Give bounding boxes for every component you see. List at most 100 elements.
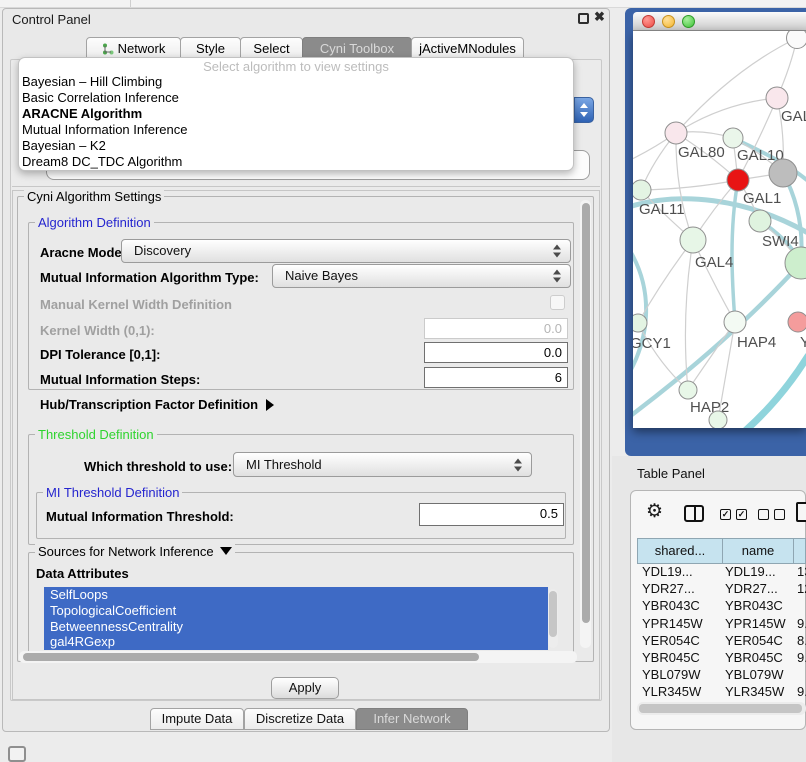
which-threshold-value: MI Threshold [246, 457, 322, 472]
threshold-definition-legend: Threshold Definition [35, 427, 157, 442]
column-header[interactable]: shared... [637, 538, 722, 564]
aracne-mode-value: Discovery [134, 243, 191, 258]
network-node-gcy1[interactable] [633, 314, 647, 332]
network-edge[interactable] [676, 38, 797, 133]
network-edge[interactable] [732, 180, 738, 322]
network-node-gal80[interactable] [665, 122, 687, 144]
new-table-icon[interactable] [796, 502, 806, 522]
algorithm-option[interactable]: ARACNE Algorithm [19, 106, 573, 122]
network-node-gal11[interactable] [633, 180, 651, 200]
table-cell: YBL079W [637, 667, 722, 684]
close-traffic-light[interactable] [642, 15, 655, 28]
table-cell: 8. [793, 633, 806, 650]
network-node-gal10[interactable] [723, 128, 743, 148]
table-row[interactable]: YPR145WYPR145W9. [637, 616, 806, 633]
close-icon[interactable]: ✖ [594, 9, 605, 25]
list-scrollbar[interactable] [548, 589, 558, 648]
network-node-label: GAL [781, 108, 806, 125]
table-row[interactable]: YLR345WYLR345W9. [637, 684, 806, 701]
dpi-tolerance-field[interactable]: 0.0 [424, 342, 568, 363]
algorithm-option-list: Bayesian – Hill ClimbingBasic Correlatio… [19, 74, 573, 170]
vertical-scrollbar-thumb[interactable] [582, 203, 590, 623]
network-edge[interactable] [688, 322, 735, 390]
table-cell: YBR045C [722, 650, 793, 667]
data-attribute-item[interactable]: TopologicalCoefficient [44, 603, 548, 619]
horizontal-scrollbar[interactable] [19, 651, 577, 663]
table-row[interactable]: YBL079WYBL079W [637, 667, 806, 684]
which-threshold-select[interactable]: MI Threshold [233, 452, 532, 477]
network-edge[interactable] [676, 98, 777, 133]
data-attributes-label: Data Attributes [36, 566, 129, 581]
algorithm-dropdown-popup: Select algorithm to view settings Bayesi… [18, 57, 574, 171]
network-node[interactable] [787, 31, 806, 49]
network-node-hap2[interactable] [679, 381, 697, 399]
network-node[interactable] [709, 411, 727, 428]
algorithm-option[interactable]: Bayesian – Hill Climbing [19, 74, 573, 90]
mi-threshold-field[interactable]: 0.5 [419, 503, 564, 526]
table-row[interactable]: YBR045CYBR045C9. [637, 650, 806, 667]
network-edge[interactable] [745, 356, 806, 428]
network-node-gal[interactable] [766, 87, 788, 109]
table-row[interactable]: YDR27...YDR27...12 [637, 581, 806, 598]
table-cell: YER054C [722, 633, 793, 650]
data-attributes-list[interactable]: SelfLoopsTopologicalCoefficientBetweenne… [44, 587, 548, 650]
column-header[interactable] [793, 538, 806, 564]
network-edge[interactable] [641, 180, 738, 190]
network-window-titlebar[interactable] [633, 12, 806, 31]
checkbox-checked-icon[interactable]: ✓ [736, 509, 747, 520]
network-canvas[interactable]: GALGAL80GAL10GAL1GAL11SWI4GAL4GCY1HAP4YH… [633, 31, 806, 428]
tab-impute-data[interactable]: Impute Data [150, 708, 244, 730]
table-horizontal-scrollbar[interactable] [637, 702, 806, 715]
algorithm-option[interactable]: Dream8 DC_TDC Algorithm [19, 154, 573, 170]
kernel-width-field[interactable]: 0.0 [424, 318, 568, 339]
sources-legend[interactable]: Sources for Network Inference [35, 544, 235, 559]
list-scrollbar-thumb[interactable] [549, 591, 557, 637]
hub-factor-definition-toggle[interactable]: Hub/Transcription Factor Definition [40, 397, 274, 412]
table-cell: YDL19... [637, 564, 722, 581]
minimized-panel-icon[interactable] [8, 746, 26, 762]
data-attribute-item[interactable]: gal4RGexp [44, 634, 548, 650]
table-row[interactable]: YDL19...YDL19...13 [637, 564, 806, 581]
network-node-gal4[interactable] [680, 227, 706, 253]
table-cell: YPR145W [722, 616, 793, 633]
algorithm-option[interactable]: Bayesian – K2 [19, 138, 573, 154]
table-cell: YDL19... [722, 564, 793, 581]
mi-steps-field[interactable]: 6 [424, 367, 568, 388]
cyni-algorithm-settings-legend: Cyni Algorithm Settings [24, 189, 164, 204]
table-row[interactable]: YBR043CYBR043C [637, 598, 806, 615]
zoom-traffic-light[interactable] [682, 15, 695, 28]
mi-algorithm-type-label: Mutual Information Algorithm Type: [40, 270, 259, 285]
table-scrollbar-thumb[interactable] [639, 704, 802, 713]
mi-algorithm-type-select[interactable]: Naive Bayes [272, 264, 571, 288]
network-node-y[interactable] [788, 312, 806, 332]
table-row[interactable]: YER054CYER054C8. [637, 633, 806, 650]
horizontal-scrollbar-thumb[interactable] [23, 653, 479, 661]
algorithm-option[interactable]: Basic Correlation Inference [19, 90, 573, 106]
apply-button[interactable]: Apply [271, 677, 339, 699]
float-window-icon[interactable] [578, 13, 589, 24]
algorithm-placeholder: Select algorithm to view settings [19, 58, 573, 74]
network-node-swi4[interactable] [749, 210, 771, 232]
manual-kernel-width-checkbox[interactable] [550, 295, 565, 310]
network-node[interactable] [769, 159, 797, 187]
vertical-scrollbar[interactable] [580, 200, 591, 648]
tab-label: Network [118, 41, 166, 56]
columns-icon[interactable] [684, 505, 704, 522]
network-node-gal1[interactable] [727, 169, 749, 191]
network-node-hap4[interactable] [724, 311, 746, 333]
network-edge[interactable] [693, 240, 735, 322]
gear-icon[interactable]: ⚙ [646, 501, 663, 523]
minimize-traffic-light[interactable] [662, 15, 675, 28]
tab-infer-network[interactable]: Infer Network [356, 708, 468, 730]
data-attribute-item[interactable]: SelfLoops [44, 587, 548, 603]
checkbox-unchecked-icon[interactable] [774, 509, 785, 520]
checkbox-unchecked-icon[interactable] [758, 509, 769, 520]
combobox-spinner-button[interactable] [574, 97, 594, 123]
column-header[interactable]: name [722, 538, 793, 564]
checkbox-checked-icon[interactable]: ✓ [720, 509, 731, 520]
tab-discretize-data[interactable]: Discretize Data [244, 708, 356, 730]
network-node-label: GAL1 [743, 190, 781, 207]
data-attribute-item[interactable]: BetweennessCentrality [44, 619, 548, 635]
algorithm-option[interactable]: Mutual Information Inference [19, 122, 573, 138]
aracne-mode-select[interactable]: Discovery [121, 239, 571, 263]
